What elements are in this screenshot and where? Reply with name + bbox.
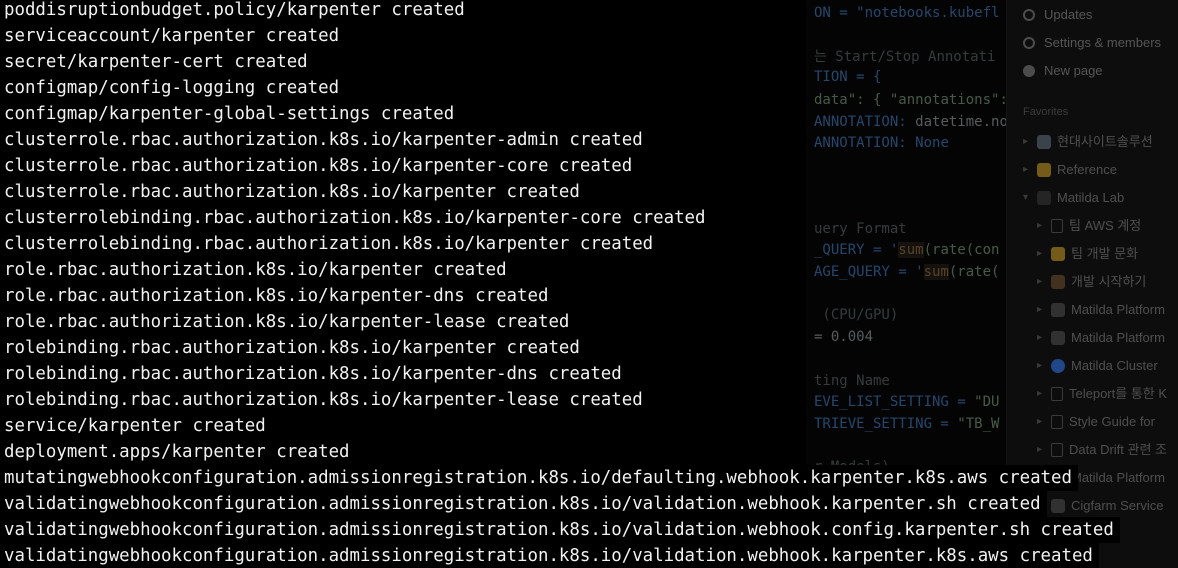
- terminal-line: validatingwebhookconfiguration.admission…: [4, 517, 1120, 543]
- terminal-line: role.rbac.authorization.k8s.io/karpenter…: [4, 257, 513, 283]
- screen: ON = "notebooks.kubefl 는 Start/Stop Anno…: [0, 0, 1178, 568]
- terminal-line: service/karpenter created: [4, 413, 272, 439]
- terminal-line: rolebinding.rbac.authorization.k8s.io/ka…: [4, 335, 586, 361]
- terminal-output[interactable]: poddisruptionbudget.policy/karpenter cre…: [0, 0, 1178, 568]
- terminal-line: clusterrolebinding.rbac.authorization.k8…: [4, 205, 712, 231]
- terminal-line: rolebinding.rbac.authorization.k8s.io/ka…: [4, 387, 649, 413]
- terminal-line: validatingwebhookconfiguration.admission…: [4, 491, 1047, 517]
- terminal-line: mutatingwebhookconfiguration.admissionre…: [4, 465, 1078, 491]
- terminal-line: validatingwebhookconfiguration.admission…: [4, 543, 1099, 568]
- terminal-line: clusterrole.rbac.authorization.k8s.io/ka…: [4, 179, 586, 205]
- terminal-line: poddisruptionbudget.policy/karpenter cre…: [4, 0, 471, 23]
- terminal-line: clusterrole.rbac.authorization.k8s.io/ka…: [4, 153, 639, 179]
- terminal-line: serviceaccount/karpenter created: [4, 23, 346, 49]
- terminal-line: clusterrolebinding.rbac.authorization.k8…: [4, 231, 660, 257]
- terminal-line: role.rbac.authorization.k8s.io/karpenter…: [4, 309, 576, 335]
- terminal-line: rolebinding.rbac.authorization.k8s.io/ka…: [4, 361, 628, 387]
- terminal-line: secret/karpenter-cert created: [4, 49, 314, 75]
- terminal-line: deployment.apps/karpenter created: [4, 439, 356, 465]
- terminal-line: role.rbac.authorization.k8s.io/karpenter…: [4, 283, 555, 309]
- terminal-line: configmap/karpenter-global-settings crea…: [4, 101, 461, 127]
- terminal-line: clusterrole.rbac.authorization.k8s.io/ka…: [4, 127, 649, 153]
- terminal-line: configmap/config-logging created: [4, 75, 346, 101]
